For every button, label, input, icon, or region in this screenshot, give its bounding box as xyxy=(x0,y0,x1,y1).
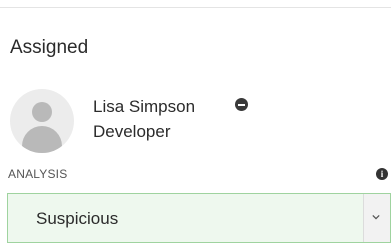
user-avatar-icon xyxy=(10,89,74,153)
analysis-select-value: Suspicious xyxy=(36,209,119,228)
section-title-assigned: Assigned xyxy=(10,37,89,58)
chevron-down-icon xyxy=(372,214,380,220)
analysis-label: ANALYSIS xyxy=(8,167,68,181)
analysis-select[interactable]: Suspicious xyxy=(7,193,391,243)
assignee-role: Developer xyxy=(93,122,171,141)
remove-assignee-icon[interactable] xyxy=(235,98,248,111)
analysis-select-toggle[interactable] xyxy=(363,194,390,242)
top-divider xyxy=(0,7,391,8)
assignee-name: Lisa Simpson xyxy=(93,97,196,116)
info-icon[interactable]: i xyxy=(376,168,388,180)
avatar-shoulders xyxy=(22,126,62,153)
avatar-head xyxy=(32,102,52,122)
